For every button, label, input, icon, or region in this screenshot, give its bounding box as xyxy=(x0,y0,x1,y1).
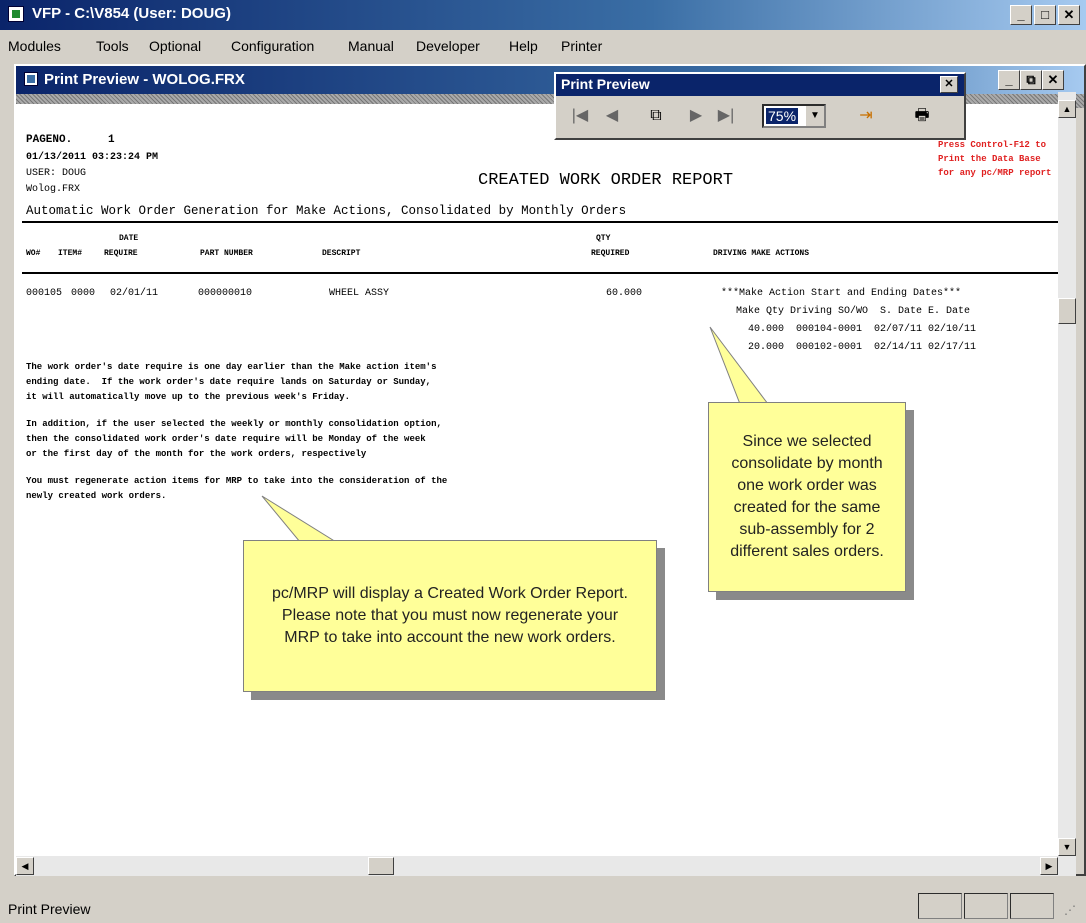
chevron-down-icon[interactable]: ▼ xyxy=(806,106,824,126)
next-page-icon[interactable]: ▶ xyxy=(682,102,710,130)
horizontal-scrollbar[interactable]: ◀ ▶ xyxy=(16,856,1058,876)
first-page-icon[interactable]: |◀ xyxy=(566,102,594,130)
vertical-scroll-thumb[interactable] xyxy=(1058,298,1076,324)
callout-report-note: pc/MRP will display a Created Work Order… xyxy=(243,540,657,692)
scroll-up-button[interactable]: ▲ xyxy=(1058,100,1076,118)
zoom-value: 75% xyxy=(766,108,799,124)
resize-grip-icon[interactable]: ⋰ xyxy=(1064,903,1076,917)
status-text: Print Preview xyxy=(8,901,91,917)
print-preview-toolbar: Print Preview ✕ |◀ ◀ ⧉ ▶ ▶| 75% ▼ ⇥ 🖶 xyxy=(554,72,966,140)
close-preview-icon[interactable]: ⇥ xyxy=(852,102,880,130)
status-bar: Print Preview ⋰ xyxy=(0,889,1086,923)
toolbar-close-button[interactable]: ✕ xyxy=(940,76,958,93)
vertical-scrollbar[interactable]: ▲ ▼ xyxy=(1058,92,1076,876)
callout-consolidate-note: Since we selected consolidate by month o… xyxy=(708,402,906,592)
scroll-right-button[interactable]: ▶ xyxy=(1040,857,1058,875)
toolbar-title-bar: Print Preview ✕ xyxy=(556,74,964,96)
previous-page-icon[interactable]: ◀ xyxy=(598,102,626,130)
status-panel-1 xyxy=(918,893,962,919)
toolbar-title: Print Preview xyxy=(561,76,650,92)
callout-right-pointer xyxy=(709,326,770,405)
status-panel-2 xyxy=(964,893,1008,919)
last-page-icon[interactable]: ▶| xyxy=(712,102,740,130)
zoom-select[interactable]: 75% ▼ xyxy=(762,104,826,128)
scroll-left-button[interactable]: ◀ xyxy=(16,857,34,875)
scroll-down-button[interactable]: ▼ xyxy=(1058,838,1076,856)
callout-center-pointer xyxy=(261,495,338,543)
horizontal-scroll-thumb[interactable] xyxy=(368,857,394,875)
printer-icon[interactable]: 🖶 xyxy=(908,102,936,130)
go-to-page-icon[interactable]: ⧉ xyxy=(642,102,670,130)
status-panel-3 xyxy=(1010,893,1054,919)
